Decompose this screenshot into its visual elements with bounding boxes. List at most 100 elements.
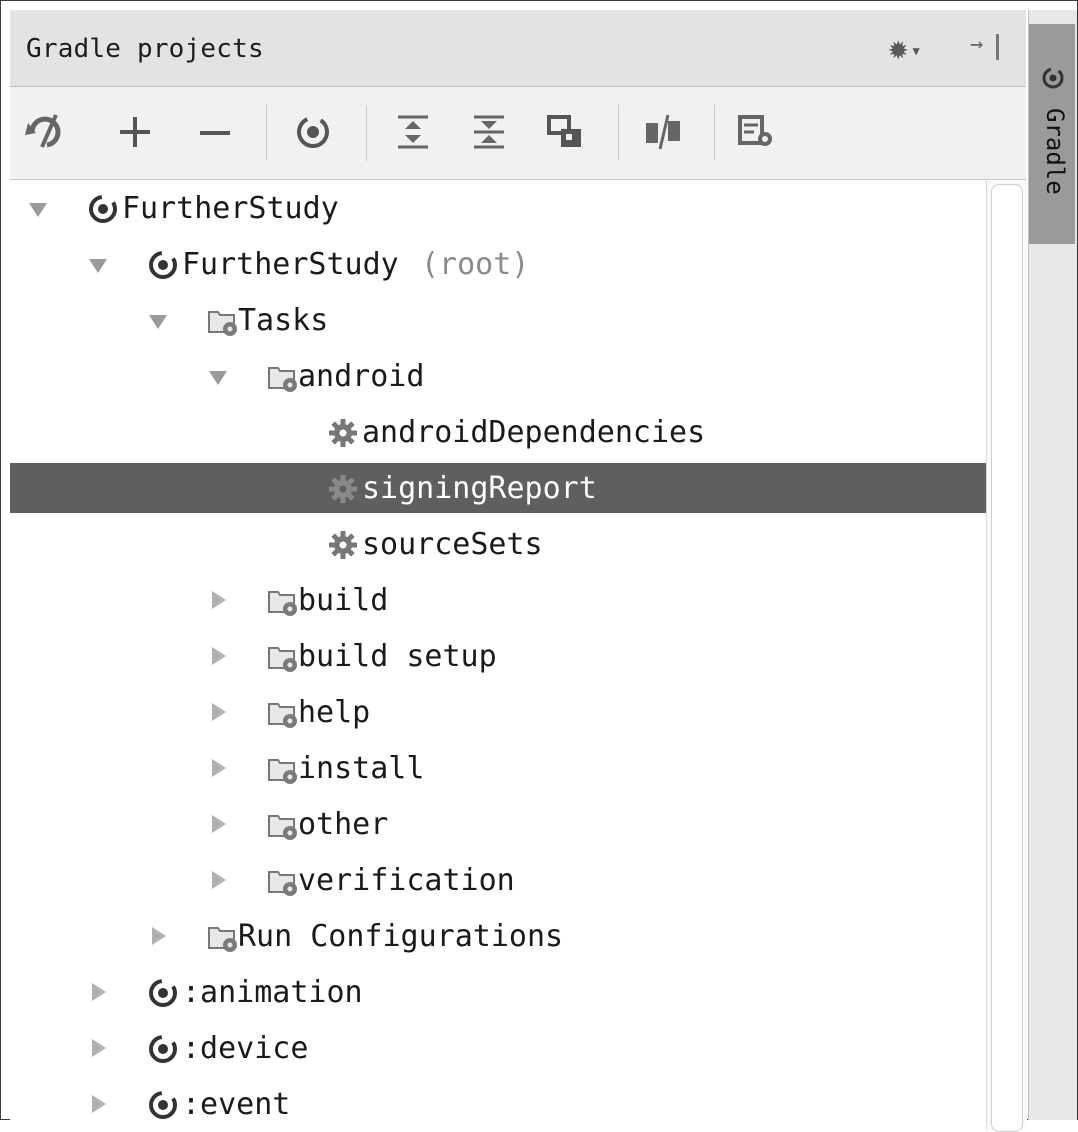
project-tree[interactable]: FurtherStudy FurtherStudy (root) Tasks andro… [10, 180, 986, 1122]
tree-row[interactable]: build setup [10, 631, 986, 681]
tree-item-label: install [298, 751, 425, 786]
collapsed-arrow-icon[interactable] [148, 925, 168, 947]
vertical-scrollbar[interactable] [986, 180, 1027, 1132]
collapsed-arrow-icon[interactable] [208, 701, 228, 723]
toolbar-separator [266, 105, 267, 161]
gradle-module-icon [146, 976, 180, 1010]
collapsed-arrow-icon[interactable] [88, 1037, 108, 1059]
gradle-module-icon [86, 192, 120, 226]
task-folder-icon [206, 920, 240, 954]
group-modules-icon [547, 115, 581, 147]
tree-row[interactable]: build [10, 575, 986, 625]
pin-bar-icon [996, 34, 999, 60]
tree-item-label: build setup [298, 639, 497, 674]
minus-icon [200, 131, 230, 135]
expanded-arrow-icon[interactable] [88, 253, 108, 275]
tree-item-label: Run Configurations [238, 919, 564, 954]
chevron-down-icon: ▼ [912, 44, 920, 58]
tree-item-label: android [298, 359, 425, 394]
arrow-right-icon: → [970, 32, 984, 57]
gradle-icon [1042, 67, 1064, 89]
task-folder-icon [266, 360, 300, 394]
gradle-module-icon [146, 1088, 180, 1122]
tree-item-label: sourceSets [362, 527, 543, 562]
gradle-side-tab[interactable]: Gradle [1029, 24, 1075, 244]
collapsed-arrow-icon[interactable] [88, 981, 108, 1003]
tree-row[interactable]: FurtherStudy (root) [10, 239, 986, 289]
group-modules-button[interactable] [540, 107, 590, 157]
right-tool-strip: Gradle [1028, 10, 1077, 1120]
toolbar [10, 87, 1026, 180]
tree-row[interactable]: FurtherStudy [10, 183, 986, 233]
refresh-icon [25, 114, 61, 148]
gradle-module-icon [146, 1032, 180, 1066]
task-folder-icon [266, 752, 300, 786]
plus-icon [120, 117, 150, 147]
settings-menu-button[interactable]: ✹ ▼ [888, 28, 944, 68]
toolbar-separator [714, 105, 715, 161]
minus-button[interactable] [190, 107, 240, 157]
tree-row[interactable]: :animation [10, 967, 986, 1017]
tree-row[interactable]: signingReport [10, 463, 986, 513]
collapse-all-icon [474, 115, 504, 149]
tree-item-label: other [298, 807, 389, 842]
task-folder-icon [266, 584, 300, 618]
tree-row[interactable]: help [10, 687, 986, 737]
refresh-button[interactable] [22, 107, 72, 157]
gradle-settings-button[interactable] [732, 107, 782, 157]
gradle-side-tab-label: Gradle [1041, 108, 1069, 195]
tree-item-label: :animation [182, 975, 363, 1010]
tree-item-label: signingReport [362, 471, 597, 506]
collapsed-arrow-icon[interactable] [208, 757, 228, 779]
collapsed-arrow-icon[interactable] [208, 869, 228, 891]
scrollbar-thumb[interactable] [991, 184, 1023, 1132]
tree-item-label: verification [298, 863, 515, 898]
tree-row[interactable]: :device [10, 1023, 986, 1073]
tree-item-label: FurtherStudy [182, 247, 399, 282]
tree-row[interactable]: androidDependencies [10, 407, 986, 457]
task-folder-icon [266, 640, 300, 674]
gradle-execute-icon [297, 116, 329, 148]
gradle-execute-button[interactable] [288, 107, 338, 157]
tree-row[interactable]: :event [10, 1079, 986, 1129]
toggle-offline-icon [646, 114, 680, 150]
tree-row[interactable]: Tasks [10, 295, 986, 345]
tree-row[interactable]: verification [10, 855, 986, 905]
collapse-all-button[interactable] [464, 107, 514, 157]
collapsed-arrow-icon[interactable] [208, 813, 228, 835]
tree-item-suffix: (root) [421, 247, 530, 282]
tree-item-label: Tasks [238, 303, 329, 338]
toolbar-separator [618, 105, 619, 161]
tree-item-label: help [298, 695, 371, 730]
panel-title: Gradle projects [26, 34, 264, 64]
expand-all-button[interactable] [388, 107, 438, 157]
tree-item-label: build [298, 583, 389, 618]
tree-row[interactable]: android [10, 351, 986, 401]
toggle-offline-button[interactable] [638, 107, 688, 157]
tree-row[interactable]: Run Configurations [10, 911, 986, 961]
expanded-arrow-icon[interactable] [208, 365, 228, 387]
collapsed-arrow-icon[interactable] [208, 645, 228, 667]
gear-icon: ✹ [888, 28, 909, 68]
collapsed-arrow-icon[interactable] [88, 1093, 108, 1115]
plus-button[interactable] [110, 107, 160, 157]
tree-row[interactable]: install [10, 743, 986, 793]
tree-item-label: FurtherStudy [122, 191, 339, 226]
hide-panel-button[interactable]: → [966, 30, 1006, 66]
collapsed-arrow-icon[interactable] [208, 589, 228, 611]
gear-icon [326, 472, 360, 506]
tree-item-label: :device [182, 1031, 309, 1066]
gradle-settings-icon [738, 115, 772, 146]
tree-item-label: androidDependencies [362, 415, 706, 450]
gear-icon [326, 528, 360, 562]
tree-row[interactable]: other [10, 799, 986, 849]
task-folder-icon [206, 304, 240, 338]
expand-all-icon [398, 115, 428, 149]
tree-row[interactable]: sourceSets [10, 519, 986, 569]
task-folder-icon [266, 808, 300, 842]
expanded-arrow-icon[interactable] [28, 197, 48, 219]
toolbar-separator [366, 105, 367, 161]
tree-item-label: :event [182, 1087, 291, 1122]
expanded-arrow-icon[interactable] [148, 309, 168, 331]
gradle-module-icon [146, 248, 180, 282]
